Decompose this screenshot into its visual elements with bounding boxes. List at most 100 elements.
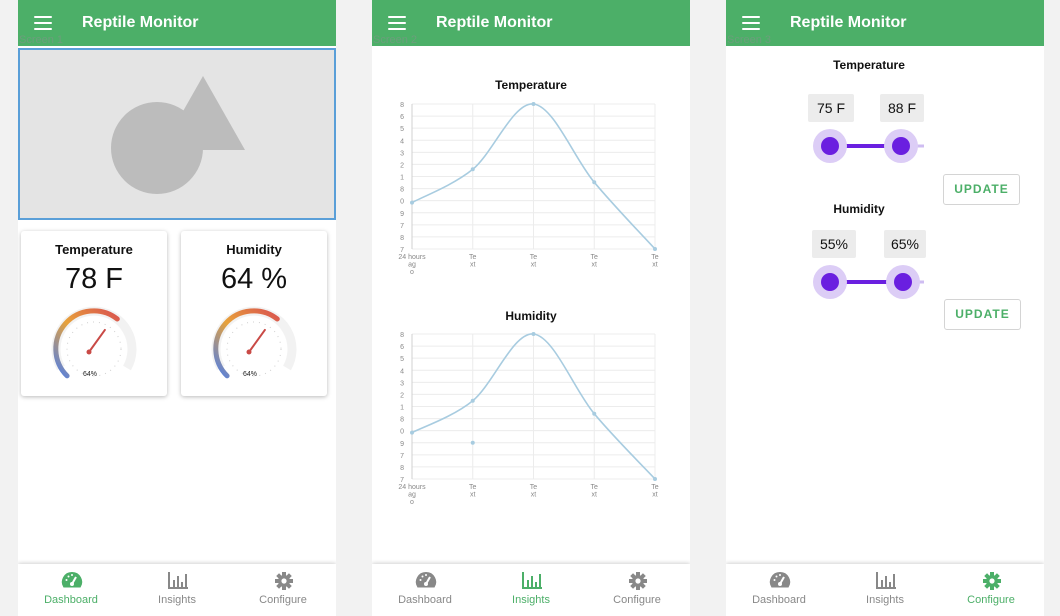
x-tick-label: Te xt	[591, 254, 599, 269]
y-tick-label: 2	[400, 392, 404, 399]
tab-dashboard-label: Dashboard	[398, 594, 452, 606]
y-tick-label: 7	[400, 247, 404, 254]
x-tick-label: Te xt	[530, 484, 538, 499]
y-tick-label: 8	[400, 235, 404, 242]
bottom-nav: Dashboard Insights Configure	[18, 564, 336, 616]
tab-dashboard[interactable]: Dashboard	[726, 564, 832, 616]
humidity-min-chip: 55%	[812, 230, 856, 258]
x-tick-label: Te xt	[469, 254, 477, 269]
y-tick-label: 2	[400, 162, 404, 169]
configure-gear-icon	[275, 572, 293, 590]
humidity-chart-title: Humidity	[505, 309, 557, 323]
temperature-chart-title: Temperature	[495, 78, 567, 92]
temperature-chart: 865432180978724 hours ag oTe xtTe xtTe xtTe xt	[398, 102, 659, 276]
configure-temperature-title: Temperature	[833, 58, 905, 72]
x-tick-label: Te xt	[651, 484, 659, 499]
humidity-gauge: 64%	[211, 306, 297, 379]
dashboard-gauge-icon	[769, 571, 791, 588]
screen-configure: Reptile Monitor Screen 3 Temperature 75 …	[726, 0, 1044, 616]
configure-humidity-title: Humidity	[833, 202, 885, 216]
y-tick-label: 8	[400, 102, 404, 109]
temperature-gauge-label: 64%	[83, 371, 97, 378]
menu-icon[interactable]	[388, 16, 406, 30]
menu-icon[interactable]	[34, 16, 52, 30]
humidity-value: 64 %	[220, 263, 288, 295]
tab-configure[interactable]: Configure	[584, 564, 690, 616]
data-point	[653, 477, 657, 481]
y-tick-label: 8	[400, 187, 404, 194]
y-tick-label: 6	[400, 344, 404, 351]
screen-dashboard: Reptile Monitor Screen 1 Temperature 78 …	[18, 0, 336, 616]
data-point	[531, 102, 536, 106]
data-point	[470, 440, 475, 445]
tab-insights[interactable]: Insights	[124, 564, 230, 616]
humidity-gauge-label: 64%	[243, 371, 257, 378]
data-point	[470, 167, 475, 172]
y-tick-label: 8	[400, 332, 404, 339]
x-tick-label: 24 hours ag o	[398, 254, 426, 276]
humidity-min-handle[interactable]	[821, 273, 839, 291]
humidity-max-handle[interactable]	[894, 273, 912, 291]
temperature-min-handle[interactable]	[821, 137, 839, 155]
temperature-gauge: 64%	[51, 306, 137, 379]
tab-dashboard[interactable]: Dashboard	[18, 564, 124, 616]
tab-dashboard[interactable]: Dashboard	[372, 564, 478, 616]
bottom-nav: Dashboard Insights Configure	[726, 564, 1044, 616]
tab-configure[interactable]: Configure	[230, 564, 336, 616]
bottom-nav: Dashboard Insights Configure	[372, 564, 690, 616]
x-tick-label: Te xt	[530, 254, 538, 269]
y-tick-label: 8	[400, 465, 404, 472]
y-tick-label: 9	[400, 211, 404, 218]
humidity-card-title: Humidity	[226, 242, 282, 257]
y-tick-label: 5	[400, 126, 404, 133]
insights-bar-chart-icon	[522, 572, 542, 589]
app-bar: Reptile Monitor	[372, 0, 690, 46]
temperature-range-slider[interactable]	[810, 126, 928, 166]
app-title: Reptile Monitor	[82, 14, 199, 31]
y-tick-label: 1	[400, 175, 404, 182]
y-tick-label: 4	[400, 138, 404, 145]
dashboard-gauge-icon	[415, 571, 437, 588]
y-tick-label: 7	[400, 477, 404, 484]
screen-label: Screen 1	[19, 34, 64, 46]
screen-label: Screen 3	[727, 34, 772, 46]
y-tick-label: 0	[400, 429, 404, 436]
humidity-max-chip: 65%	[884, 230, 926, 258]
tab-insights[interactable]: Insights	[478, 564, 584, 616]
temperature-max-handle[interactable]	[892, 137, 910, 155]
tab-insights[interactable]: Insights	[832, 564, 938, 616]
humidity-chart: 865432180978724 hours ag oTe xtTe xtTe xtTe xt	[398, 332, 659, 506]
humidity-card: Humidity 64 % 64%	[181, 231, 327, 396]
tab-insights-label: Insights	[866, 594, 904, 606]
x-tick-label: Te xt	[591, 484, 599, 499]
configure-gear-icon	[629, 572, 647, 590]
y-tick-label: 7	[400, 453, 404, 460]
temperature-value: 78 F	[64, 263, 124, 295]
temperature-min-chip: 75 F	[808, 94, 854, 122]
temperature-update-button[interactable]: UPDATE	[943, 174, 1020, 205]
x-tick-label: Te xt	[651, 254, 659, 269]
data-point	[531, 332, 536, 336]
y-tick-label: 3	[400, 150, 404, 157]
y-tick-label: 9	[400, 441, 404, 448]
tab-configure-label: Configure	[259, 594, 307, 606]
y-tick-label: 3	[400, 380, 404, 387]
tab-configure-label: Configure	[613, 594, 661, 606]
app-title: Reptile Monitor	[436, 14, 553, 31]
insights-bar-chart-icon	[876, 572, 896, 589]
tab-insights-label: Insights	[158, 594, 196, 606]
x-tick-label: 24 hours ag o	[398, 484, 426, 506]
data-point	[410, 200, 414, 205]
tab-configure[interactable]: Configure	[938, 564, 1044, 616]
screen-label: Screen 2	[373, 34, 418, 46]
tab-configure-label: Configure	[967, 594, 1015, 606]
app-title: Reptile Monitor	[790, 14, 907, 31]
tab-dashboard-label: Dashboard	[752, 594, 806, 606]
data-point	[410, 430, 414, 435]
humidity-update-button[interactable]: UPDATE	[944, 299, 1021, 330]
data-point	[592, 180, 597, 185]
menu-icon[interactable]	[742, 16, 760, 30]
tab-dashboard-label: Dashboard	[44, 594, 98, 606]
insights-bar-chart-icon	[168, 572, 188, 589]
humidity-range-slider[interactable]	[810, 262, 928, 302]
